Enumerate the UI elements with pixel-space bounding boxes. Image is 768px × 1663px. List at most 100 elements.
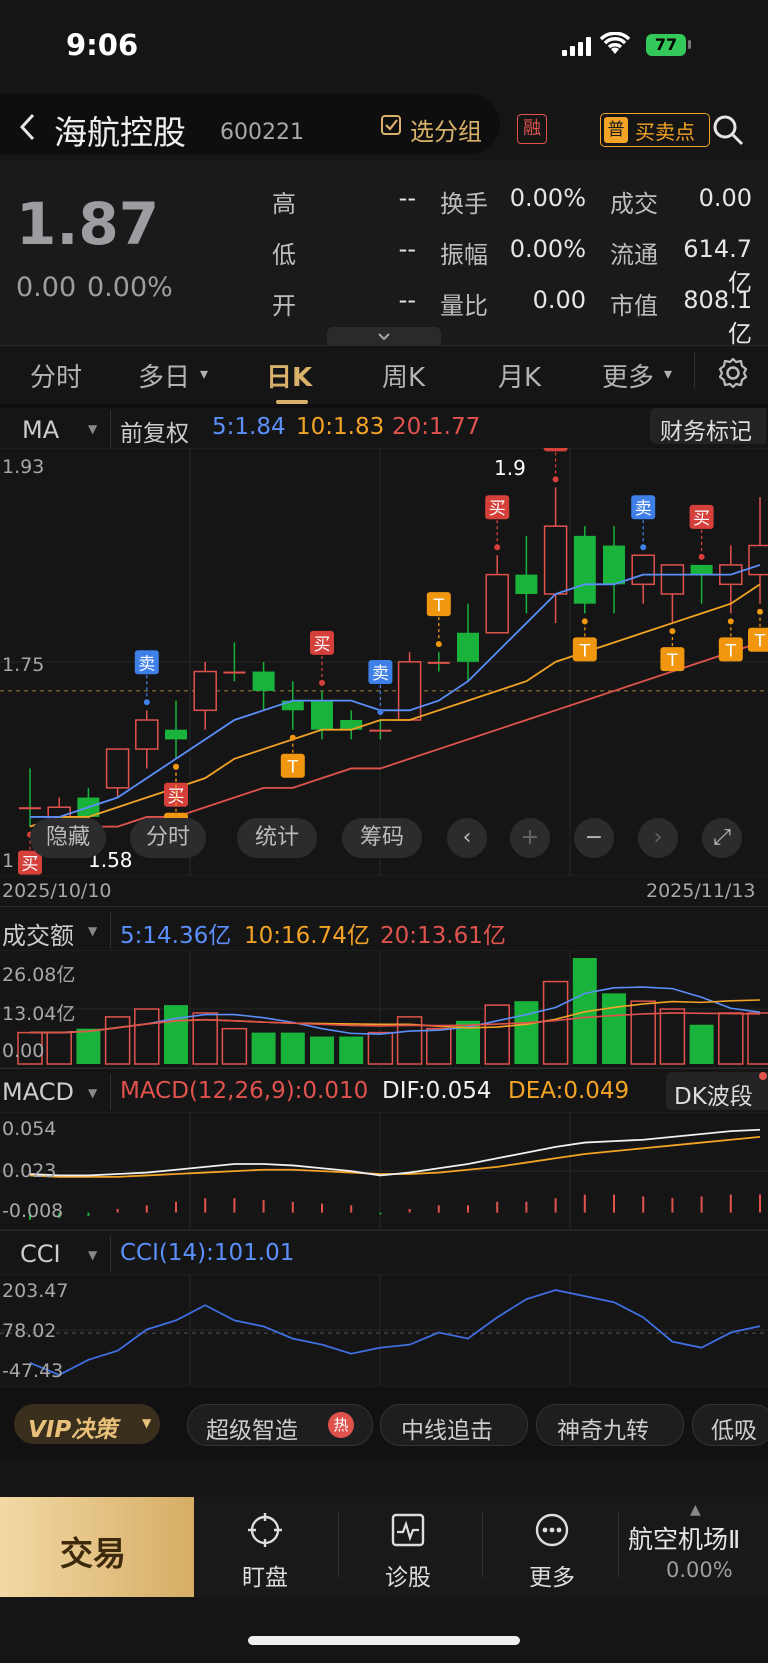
signal-label: 买: [693, 509, 710, 529]
quote-value: --: [398, 184, 416, 212]
signal-label: 卖: [635, 499, 652, 519]
expand-toggle[interactable]: [327, 327, 441, 345]
chip-button[interactable]: 筹码: [342, 818, 422, 858]
volume-bar: [542, 980, 569, 1065]
strategy-chip[interactable]: 神奇九转: [536, 1404, 684, 1446]
cci-selector[interactable]: CCI ▼: [0, 1236, 111, 1272]
finance-mark-button[interactable]: 财务标记: [650, 408, 766, 445]
volume-bar: [280, 1032, 305, 1064]
tab-item[interactable]: 周K: [382, 357, 425, 394]
sector-button[interactable]: ▲ 航空机场Ⅱ 0.00%: [624, 1502, 768, 1594]
more-label: 更多: [529, 1565, 575, 1591]
prev-icon[interactable]: ‹: [447, 818, 487, 858]
macd-chart[interactable]: [0, 1112, 768, 1230]
volume-bar: [221, 1027, 248, 1065]
diagnose-button[interactable]: 诊股: [353, 1512, 463, 1592]
volume-label: 成交额: [2, 922, 74, 950]
vol-ma20: 20:13.61亿: [380, 923, 506, 949]
candle-body: [573, 535, 596, 604]
vol-y-top: 26.08亿: [2, 964, 76, 986]
group-button[interactable]: [380, 114, 402, 140]
battery-icon: 77: [646, 34, 686, 56]
watch-button[interactable]: 盯盘: [210, 1512, 320, 1592]
strategy-chip[interactable]: 中线追击: [380, 1404, 528, 1446]
candle-body: [485, 573, 509, 634]
more-dots-icon: [535, 1513, 569, 1547]
watch-label: 盯盘: [242, 1565, 288, 1591]
candle-body: [165, 729, 187, 740]
dk-button[interactable]: DK波段: [666, 1072, 768, 1110]
checkbox-icon: [381, 115, 401, 135]
volume-bar: [747, 1012, 768, 1065]
signal-dot: [143, 699, 150, 706]
volume-chart[interactable]: [0, 950, 768, 1068]
rong-badge[interactable]: 融: [517, 114, 547, 144]
tab-item[interactable]: 月K: [498, 357, 541, 394]
fullscreen-icon[interactable]: ⤢: [702, 818, 742, 858]
tab-item[interactable]: 更多: [602, 357, 654, 394]
volume-bar: [689, 1024, 714, 1064]
macd-params: MACD(12,26,9):0.010: [120, 1078, 369, 1104]
caret-down-icon: ▼: [88, 1248, 98, 1262]
tab-item[interactable]: 分时: [30, 357, 82, 394]
strategy-chip[interactable]: 低吸: [692, 1404, 768, 1446]
tab-item[interactable]: 多日: [138, 357, 190, 394]
candle-body: [281, 700, 304, 711]
vol-y-mid: 13.04亿: [2, 1003, 76, 1025]
back-icon[interactable]: [18, 112, 36, 146]
signal-dot: [552, 476, 559, 483]
candle-body: [457, 632, 479, 662]
macd-dea: DEA:0.049: [508, 1078, 630, 1104]
home-indicator: [248, 1636, 520, 1645]
last-price: 1.87: [16, 190, 160, 258]
volume-bar: [602, 993, 626, 1064]
fq-label[interactable]: 前复权: [120, 414, 189, 448]
hide-button[interactable]: 隐藏: [30, 818, 106, 858]
volume-selector[interactable]: 成交额 ▼: [0, 912, 111, 950]
candle-body: [19, 807, 41, 810]
quote-value: 0.00%: [509, 184, 586, 212]
quote-key: 换手: [440, 190, 488, 218]
stock-code: 600221: [220, 120, 304, 145]
stat-button[interactable]: 统计: [237, 818, 317, 858]
fenshi-button[interactable]: 分时: [130, 818, 206, 858]
cci-chart[interactable]: [0, 1274, 768, 1386]
next-icon[interactable]: ›: [638, 818, 678, 858]
strategy-chip[interactable]: 超级智造 热: [187, 1404, 373, 1446]
ma5-value: 5:1.84: [212, 414, 286, 440]
tab-item[interactable]: 日K: [266, 357, 312, 394]
dk-label: DK波段: [674, 1084, 753, 1110]
volume-bar: [659, 1008, 686, 1065]
quote-key: 成交: [610, 190, 658, 218]
settings-icon[interactable]: [716, 356, 750, 394]
kline-high-label: 1.9: [494, 456, 526, 480]
search-icon[interactable]: [712, 114, 744, 150]
strategy-chip-label: 低吸: [711, 1418, 757, 1444]
buysell-point-button[interactable]: 普 买卖点: [600, 113, 710, 147]
vip-decision-button[interactable]: VIP决策 ▼: [14, 1404, 160, 1444]
zoom-in-icon[interactable]: +: [510, 818, 550, 858]
ma-selector[interactable]: MA ▼: [0, 410, 111, 448]
signal-label: 买: [22, 855, 39, 875]
volume-bar: [46, 1031, 72, 1065]
zoom-out-icon[interactable]: −: [574, 818, 614, 858]
trade-button[interactable]: 交易: [0, 1497, 194, 1597]
more-button[interactable]: 更多: [497, 1512, 607, 1592]
signal-label: T: [287, 758, 299, 778]
candle-body: [105, 748, 130, 789]
divider: [694, 352, 695, 388]
signal-dot: [581, 618, 588, 625]
divider: [0, 1230, 768, 1231]
quote-value: --: [398, 235, 416, 263]
finance-mark-label: 财务标记: [660, 419, 752, 445]
signal-dot: [494, 544, 501, 551]
chevron-up-icon: ▲: [690, 1502, 701, 1518]
candle-body: [252, 671, 275, 691]
divider: [338, 1512, 339, 1578]
group-label[interactable]: 选分组: [410, 112, 482, 147]
signal-label: 卖: [138, 654, 155, 674]
caret-down-icon: ▼: [142, 1416, 152, 1430]
date-start: 2025/10/10: [2, 880, 112, 902]
macd-selector[interactable]: MACD ▼: [0, 1074, 111, 1110]
candle-body: [397, 661, 422, 721]
